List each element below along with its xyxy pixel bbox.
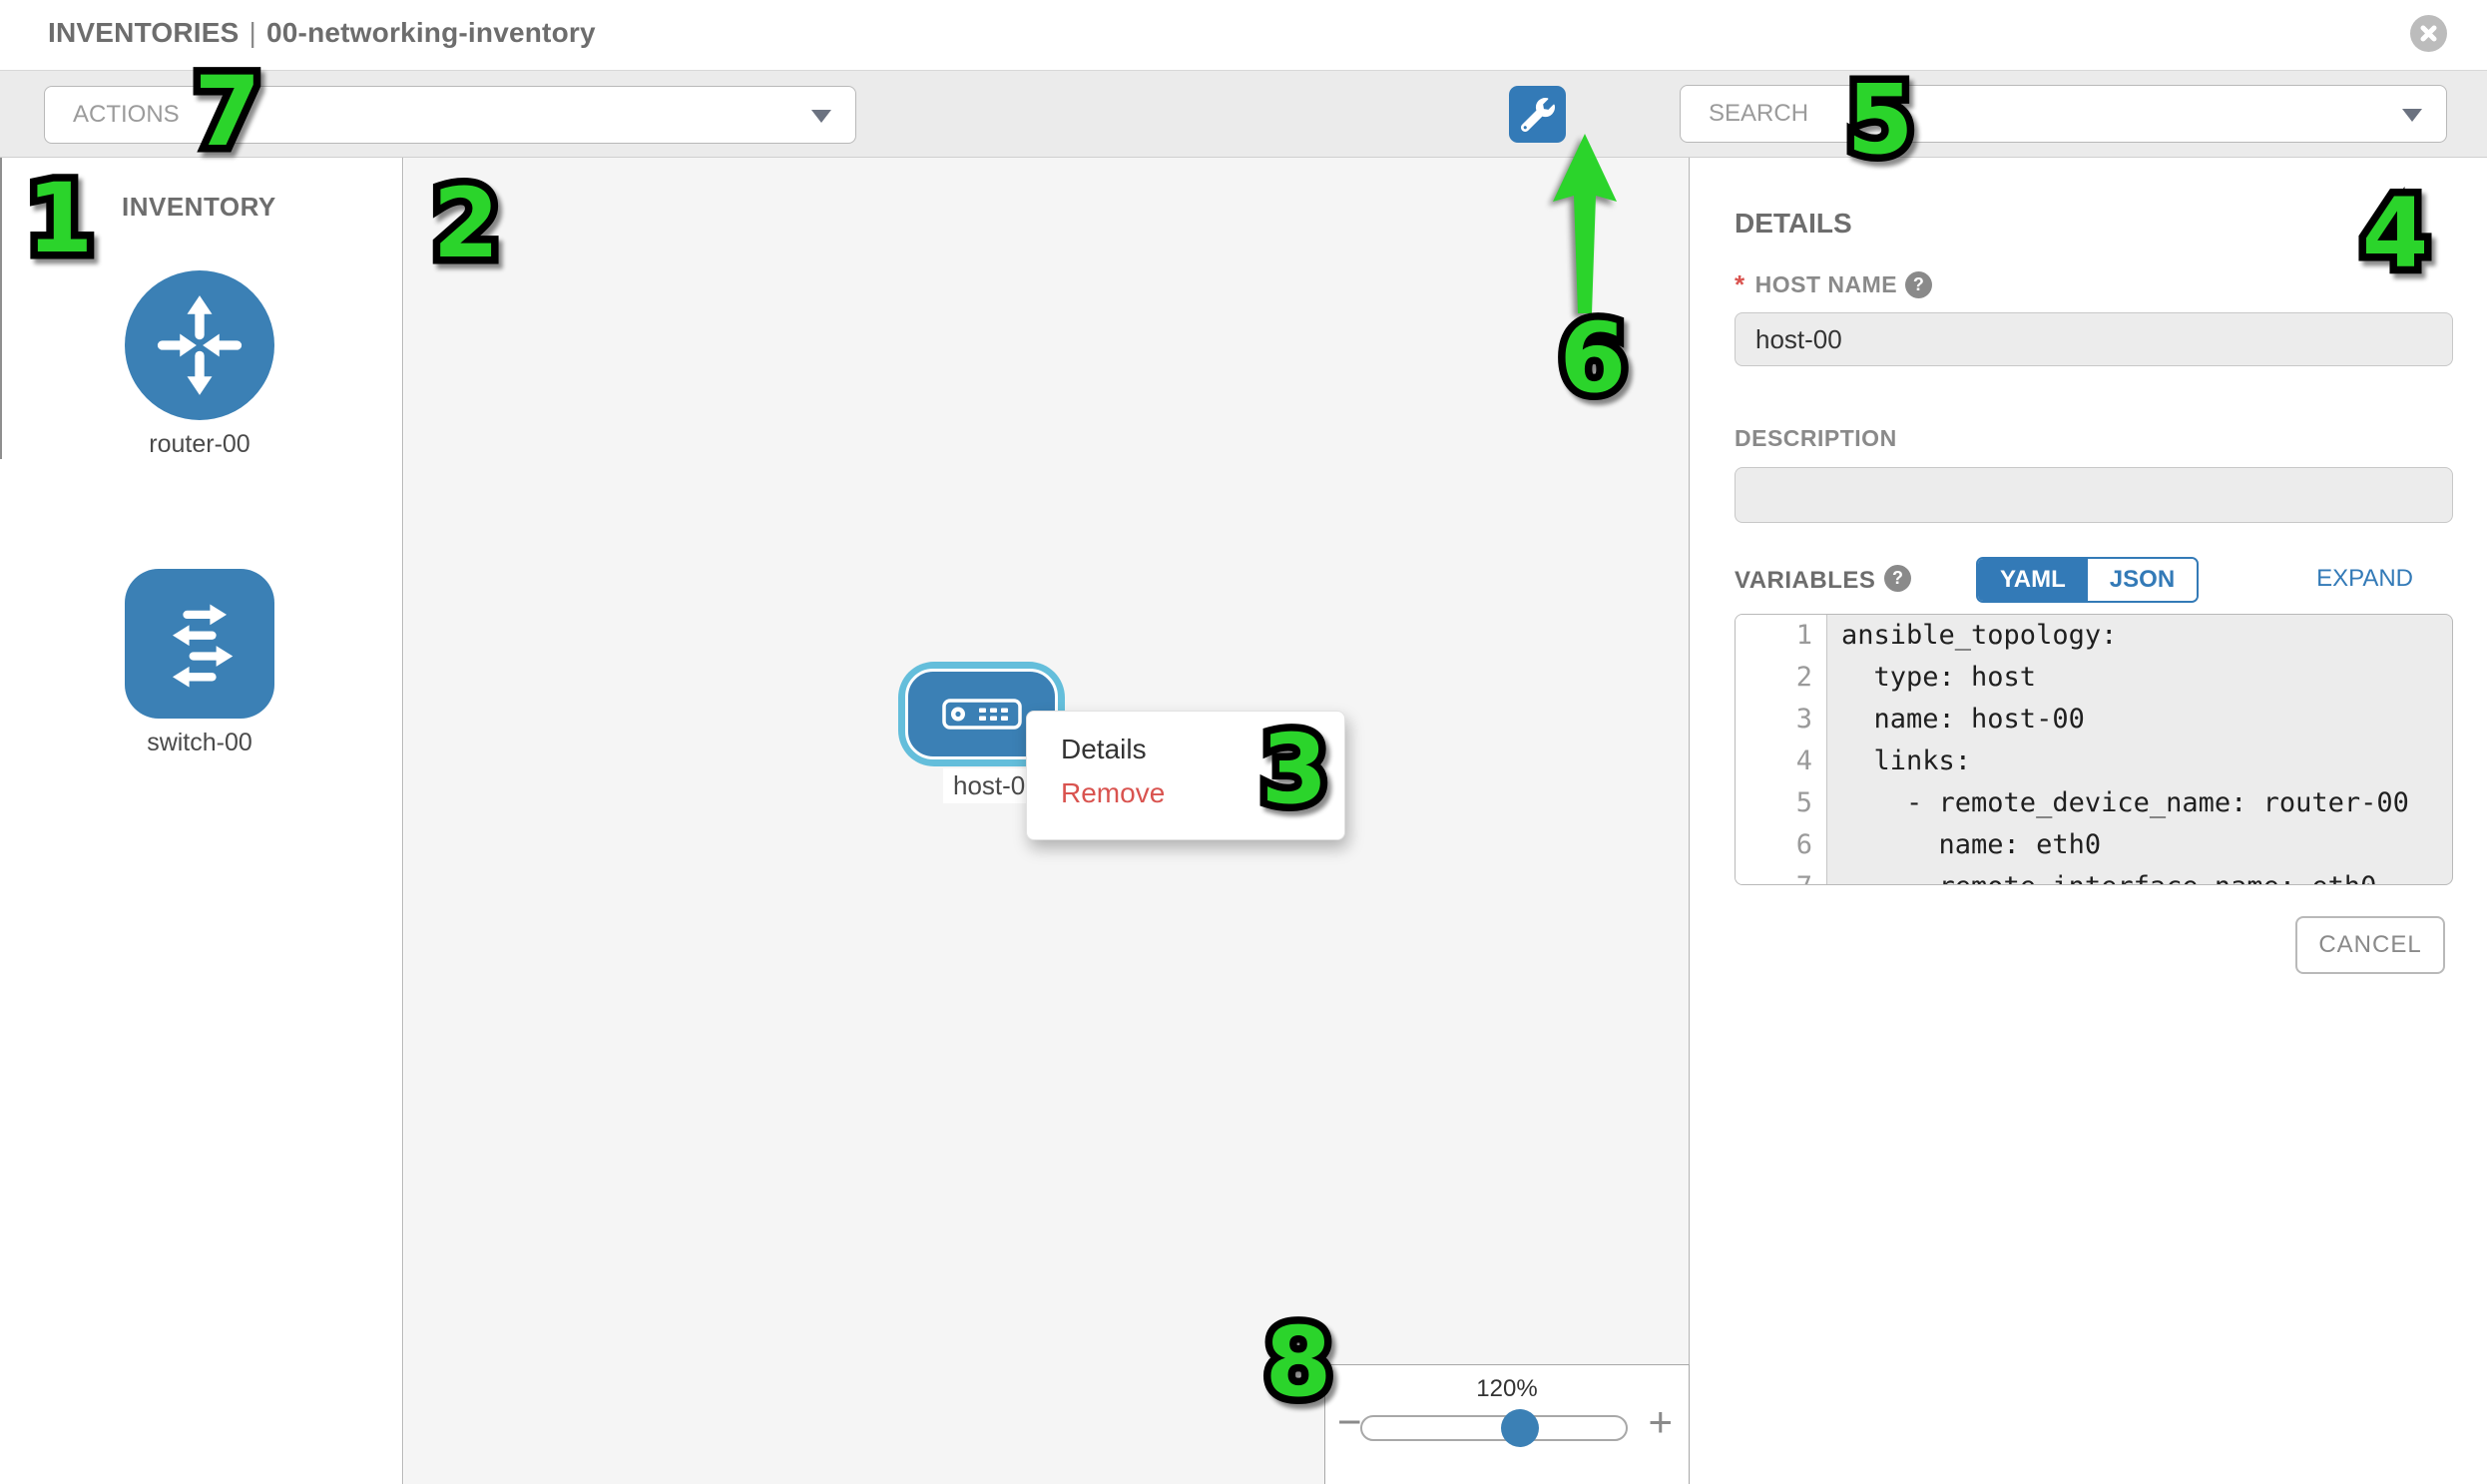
inventory-name: 00-networking-inventory [266, 17, 596, 48]
palette-item-router[interactable]: router-00 [120, 270, 279, 459]
actions-dropdown-label: ACTIONS [73, 101, 180, 129]
line-number: 5 [1736, 782, 1827, 824]
router-icon [125, 270, 274, 420]
editor-line: 3 name: host-00 [1736, 699, 2452, 741]
format-toggle: YAML JSON [1976, 557, 2199, 603]
panel-edge-line [0, 158, 2, 459]
editor-line: 2 type: host [1736, 657, 2452, 699]
zoom-in-button[interactable]: + [1648, 1401, 1673, 1443]
line-code: name: eth0 [1827, 824, 2101, 866]
required-marker: * [1735, 269, 1745, 300]
context-menu-remove[interactable]: Remove [1027, 771, 1344, 815]
variables-row: VARIABLES ? YAML JSON EXPAND [1735, 557, 2453, 605]
description-label-row: DESCRIPTION [1735, 425, 1897, 452]
palette-item-label: switch-00 [120, 729, 279, 757]
variables-label: VARIABLES [1735, 567, 1875, 595]
page-title: INVENTORIES | 00-networking-inventory [48, 17, 596, 49]
format-json-button[interactable]: JSON [2088, 559, 2197, 601]
topology-canvas[interactable]: host-00 Details Remove 120% − + [404, 158, 1690, 1484]
editor-line: 1ansible_topology: [1736, 615, 2452, 657]
actions-dropdown[interactable]: ACTIONS [44, 86, 856, 144]
palette-item-label: router-00 [120, 430, 279, 459]
line-number: 2 [1736, 657, 1827, 699]
host-name-input[interactable] [1735, 312, 2453, 366]
context-menu-details[interactable]: Details [1027, 728, 1344, 771]
cancel-button[interactable]: CANCEL [2295, 916, 2445, 974]
editor-line: 6 name: eth0 [1736, 824, 2452, 866]
line-code: ansible_topology: [1827, 615, 2117, 657]
variables-editor[interactable]: 1ansible_topology: 2 type: host 3 name: … [1735, 614, 2453, 885]
line-code: remote_interface_name: eth0 [1827, 866, 2376, 885]
line-code: links: [1827, 741, 1971, 782]
help-icon[interactable]: ? [1884, 565, 1911, 592]
main-area: INVENTORY router-00 [0, 158, 2487, 1484]
switch-icon [125, 569, 274, 719]
zoom-slider-track[interactable] [1360, 1415, 1628, 1441]
context-menu: Details Remove [1026, 711, 1345, 840]
line-number: 3 [1736, 699, 1827, 741]
details-heading: DETAILS [1735, 208, 1852, 240]
line-number: 1 [1736, 615, 1827, 657]
header: INVENTORIES | 00-networking-inventory [0, 0, 2487, 70]
description-label: DESCRIPTION [1735, 425, 1897, 452]
search-dropdown-label: SEARCH [1709, 100, 1808, 128]
format-yaml-button[interactable]: YAML [1978, 559, 2088, 601]
help-icon[interactable]: ? [1905, 271, 1932, 298]
zoom-level: 120% [1325, 1375, 1689, 1403]
toolbar: ACTIONS SEARCH [0, 70, 2487, 158]
palette-item-switch[interactable]: switch-00 [120, 569, 279, 757]
inventory-heading: INVENTORY [122, 192, 276, 223]
line-code: name: host-00 [1827, 699, 2085, 741]
wrench-icon [1521, 98, 1555, 132]
expand-link[interactable]: EXPAND [2316, 565, 2413, 593]
host-name-label-row: * HOST NAME ? [1735, 269, 1932, 300]
line-number: 6 [1736, 824, 1827, 866]
inventory-topology-app: INVENTORIES | 00-networking-inventory ACTI… [0, 0, 2487, 1484]
chevron-down-icon [2402, 109, 2422, 122]
line-code: - remote_device_name: router-00 [1827, 782, 2409, 824]
editor-line: 4 links: [1736, 741, 2452, 782]
description-input[interactable] [1735, 467, 2453, 523]
host-icon [942, 699, 1022, 730]
line-number: 7 [1736, 866, 1827, 885]
line-code: type: host [1827, 657, 2036, 699]
editor-line: 7 remote_interface_name: eth0 [1736, 866, 2452, 885]
line-number: 4 [1736, 741, 1827, 782]
zoom-widget: 120% − + [1324, 1364, 1690, 1484]
title-separator: | [249, 17, 256, 48]
close-button[interactable] [2410, 15, 2447, 52]
breadcrumb-inventories: INVENTORIES [48, 17, 240, 48]
search-dropdown[interactable]: SEARCH [1680, 85, 2447, 143]
inventory-palette: INVENTORY router-00 [0, 158, 403, 1484]
details-panel: DETAILS * HOST NAME ? DESCRIPTION VARIAB… [1691, 158, 2487, 1484]
chevron-down-icon [811, 110, 831, 123]
zoom-slider-thumb[interactable] [1501, 1409, 1539, 1447]
zoom-out-button[interactable]: − [1337, 1401, 1362, 1443]
close-icon [2419, 24, 2438, 43]
configure-button[interactable] [1509, 86, 1566, 143]
editor-line: 5 - remote_device_name: router-00 [1736, 782, 2452, 824]
host-name-label: HOST NAME [1755, 271, 1898, 298]
